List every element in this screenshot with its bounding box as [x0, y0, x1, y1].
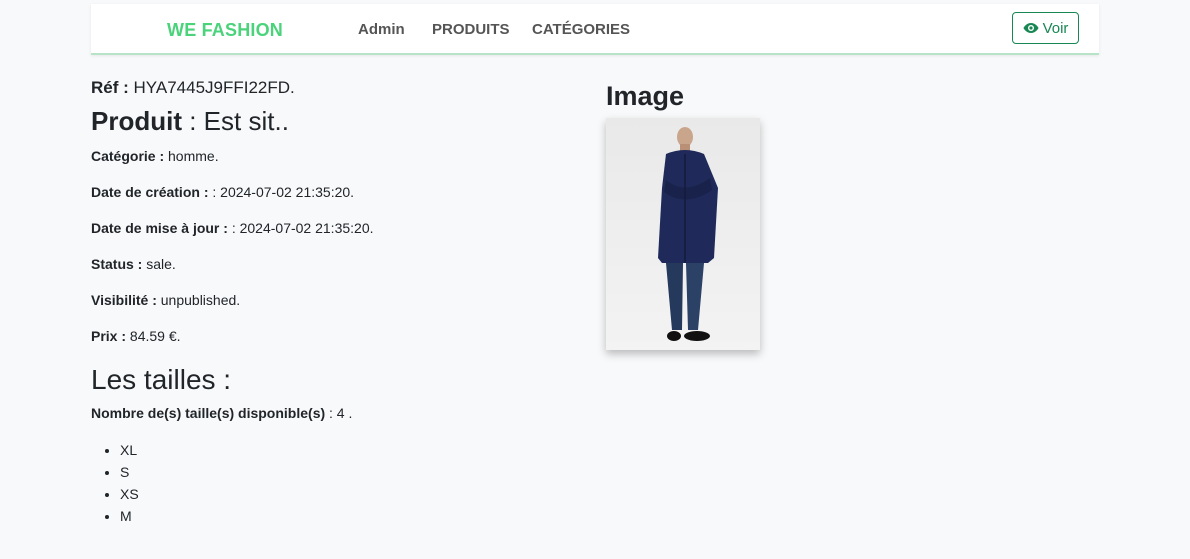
- product-name: Produit : Est sit..: [91, 106, 571, 136]
- field-label: Prix :: [91, 328, 127, 344]
- sizes-list: XL S XS M: [91, 439, 139, 527]
- sizes-count-value: : 4 .: [329, 405, 353, 421]
- voir-button[interactable]: Voir: [1012, 12, 1079, 44]
- nav-link-categories[interactable]: CATÉGORIES: [532, 21, 630, 38]
- field-label: Date de création :: [91, 184, 209, 200]
- nav-link-admin[interactable]: Admin: [358, 21, 405, 38]
- field-date-creation: Date de création : : 2024-07-02 21:35:20…: [91, 184, 354, 200]
- list-item: S: [120, 461, 139, 483]
- field-visibilite: Visibilité : unpublished.: [91, 292, 240, 308]
- produit-value: : Est sit..: [189, 106, 289, 136]
- field-label: Status :: [91, 256, 143, 272]
- field-categorie: Catégorie : homme.: [91, 148, 219, 164]
- brand-logo[interactable]: WE FASHION: [167, 20, 283, 41]
- field-status: Status : sale.: [91, 256, 176, 272]
- field-value: unpublished.: [160, 292, 241, 308]
- field-value: 84.59 €.: [129, 328, 181, 344]
- sizes-title: Les tailles :: [91, 364, 232, 395]
- product-photo: [606, 118, 760, 350]
- voir-label: Voir: [1042, 19, 1069, 37]
- product-details: Réf : HYA7445J9FFI22FD. Produit : Est si…: [91, 78, 571, 524]
- model-figure: [658, 127, 718, 341]
- sizes-count: Nombre de(s) taille(s) disponible(s) : 4…: [91, 405, 352, 421]
- image-title: Image: [606, 81, 685, 111]
- field-value: : 2024-07-02 21:35:20.: [212, 184, 355, 200]
- list-item: XL: [120, 439, 139, 461]
- field-label: Visibilité :: [91, 292, 157, 308]
- navbar: WE FASHION Admin PRODUITS CATÉGORIES Voi…: [91, 4, 1099, 55]
- field-label: Catégorie :: [91, 148, 165, 164]
- list-item: M: [120, 505, 139, 527]
- produit-label: Produit: [91, 106, 182, 136]
- list-item: XS: [120, 483, 139, 505]
- field-date-mise-a-jour: Date de mise à jour : : 2024-07-02 21:35…: [91, 220, 374, 236]
- field-value: sale.: [146, 256, 176, 272]
- field-value: homme.: [168, 148, 219, 164]
- ref-label: Réf :: [91, 78, 129, 97]
- nav-link-produits[interactable]: PRODUITS: [432, 21, 510, 38]
- product-ref: Réf : HYA7445J9FFI22FD.: [91, 78, 571, 98]
- sizes-count-label: Nombre de(s) taille(s) disponible(s): [91, 405, 326, 421]
- field-label: Date de mise à jour :: [91, 220, 228, 236]
- field-prix: Prix : 84.59 €.: [91, 328, 181, 344]
- product-image-section: Image: [606, 80, 760, 350]
- ref-value: HYA7445J9FFI22FD.: [133, 78, 295, 97]
- field-value: : 2024-07-02 21:35:20.: [231, 220, 374, 236]
- eye-icon: [1023, 23, 1039, 33]
